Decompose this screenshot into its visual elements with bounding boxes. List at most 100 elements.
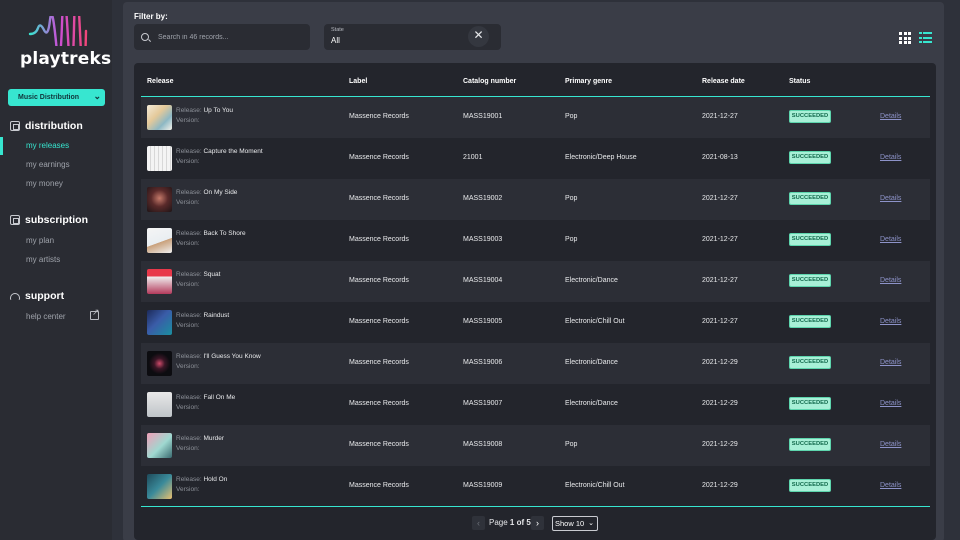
table-header: Release Label Catalog number Primary gen… (141, 78, 931, 96)
sidebar-item-my-releases[interactable]: my releases (26, 141, 69, 150)
table-row: Release: Squat Version: Massence Records MA… (141, 261, 930, 302)
date-cell: 2021-12-29 (702, 359, 738, 366)
version-label: Version: (176, 240, 200, 247)
details-link[interactable]: Details (880, 154, 901, 161)
status-badge: SUCCEEDED (789, 233, 831, 246)
page-prefix: Page (489, 518, 508, 527)
date-cell: 2021-12-29 (702, 400, 738, 407)
sidebar-section-label: support (25, 290, 65, 302)
product-select-value: Music Distribution (18, 94, 80, 101)
release-title: Release: Murder (176, 435, 224, 442)
version-label: Version: (176, 445, 200, 452)
details-link[interactable]: Details (880, 277, 901, 284)
album-cover (147, 310, 172, 335)
date-cell: 2021-12-27 (702, 236, 738, 243)
external-link-icon[interactable] (90, 307, 100, 320)
search-box[interactable] (134, 24, 310, 50)
playtreks-logo[interactable]: playtreks (18, 16, 111, 72)
date-cell: 2021-08-13 (702, 154, 738, 161)
catalog-cell: MASS19009 (463, 482, 503, 489)
catalog-cell: MASS19007 (463, 400, 503, 407)
subscription-icon (10, 215, 20, 225)
search-input[interactable] (158, 33, 298, 41)
sidebar-item-my-earnings[interactable]: my earnings (26, 160, 70, 169)
date-cell: 2021-12-27 (702, 318, 738, 325)
release-name: Raindust (203, 312, 230, 319)
sidebar-section-subscription: subscription (10, 214, 88, 226)
release-prefix: Release: (176, 148, 202, 155)
page-size-select[interactable]: Show 10 ⌄ (552, 516, 598, 531)
album-cover (147, 433, 172, 458)
release-name: Up To You (203, 107, 233, 114)
grid-view-icon[interactable] (899, 32, 911, 44)
sidebar-item-my-money[interactable]: my money (26, 179, 63, 188)
label-cell: Massence Records (349, 318, 409, 325)
release-name: Capture the Moment (203, 148, 263, 155)
release-prefix: Release: (176, 476, 202, 483)
details-link[interactable]: Details (880, 195, 901, 202)
genre-cell: Electronic/Dance (565, 400, 618, 407)
column-header-label: Label (349, 78, 368, 85)
album-cover (147, 105, 172, 130)
table-row: Release: Murder Version: Massence Records M… (141, 425, 930, 466)
status-badge: SUCCEEDED (789, 315, 831, 328)
label-cell: Massence Records (349, 400, 409, 407)
column-header-date: Release date (702, 78, 745, 85)
sidebar-item-my-plan[interactable]: my plan (26, 236, 54, 245)
list-view-icon[interactable] (919, 32, 932, 44)
close-icon[interactable]: ✕ (468, 26, 489, 47)
release-title: Release: Up To You (176, 107, 233, 114)
status-badge: SUCCEEDED (789, 397, 831, 410)
details-link[interactable]: Details (880, 400, 901, 407)
label-cell: Massence Records (349, 195, 409, 202)
genre-cell: Pop (565, 441, 578, 448)
label-cell: Massence Records (349, 154, 409, 161)
prev-page-button[interactable]: ‹ (472, 516, 485, 530)
table-row: Release: On My Side Version: Massence Reco… (141, 179, 930, 220)
state-filter[interactable]: State All ✕ (324, 24, 501, 50)
release-name: Back To Shore (203, 230, 246, 237)
catalog-cell: 21001 (463, 154, 483, 161)
genre-cell: Pop (565, 236, 578, 243)
version-label: Version: (176, 281, 200, 288)
column-header-genre: Primary genre (565, 78, 613, 85)
sidebar-item-my-artists[interactable]: my artists (26, 255, 60, 264)
column-header-status: Status (789, 78, 811, 85)
catalog-cell: MASS19004 (463, 277, 503, 284)
genre-cell: Pop (565, 195, 578, 202)
label-cell: Massence Records (349, 359, 409, 366)
album-cover (147, 146, 172, 171)
product-select[interactable]: Music Distribution ⌄ (8, 89, 105, 106)
genre-cell: Pop (565, 113, 578, 120)
details-link[interactable]: Details (880, 441, 901, 448)
distribution-icon (10, 121, 20, 131)
table-row: Release: Back To Shore Version: Massence R… (141, 220, 930, 261)
label-cell: Massence Records (349, 441, 409, 448)
release-title: Release: Hold On (176, 476, 227, 483)
genre-cell: Electronic/Dance (565, 359, 618, 366)
search-icon (141, 33, 149, 41)
status-badge: SUCCEEDED (789, 110, 831, 123)
sidebar-item-help-center[interactable]: help center (26, 312, 66, 321)
release-name: Murder (203, 435, 225, 442)
release-name: Squat (203, 271, 221, 278)
release-name: I'll Guess You Know (203, 353, 261, 360)
version-label: Version: (176, 158, 200, 165)
details-link[interactable]: Details (880, 113, 901, 120)
album-cover (147, 351, 172, 376)
release-title: Release: I'll Guess You Know (176, 353, 261, 360)
genre-cell: Electronic/Chill Out (565, 318, 625, 325)
column-header-catalog: Catalog number (463, 78, 517, 85)
next-page-button[interactable]: › (531, 516, 544, 530)
release-title: Release: Raindust (176, 312, 229, 319)
details-link[interactable]: Details (880, 318, 901, 325)
table-row: Release: Raindust Version: Massence Record… (141, 302, 930, 343)
table-row: Release: Up To You Version: Massence Recor… (141, 97, 930, 138)
details-link[interactable]: Details (880, 359, 901, 366)
details-link[interactable]: Details (880, 236, 901, 243)
album-cover (147, 187, 172, 212)
genre-cell: Electronic/Deep House (565, 154, 637, 161)
catalog-cell: MASS19008 (463, 441, 503, 448)
details-link[interactable]: Details (880, 482, 901, 489)
release-title: Release: Capture the Moment (176, 148, 263, 155)
